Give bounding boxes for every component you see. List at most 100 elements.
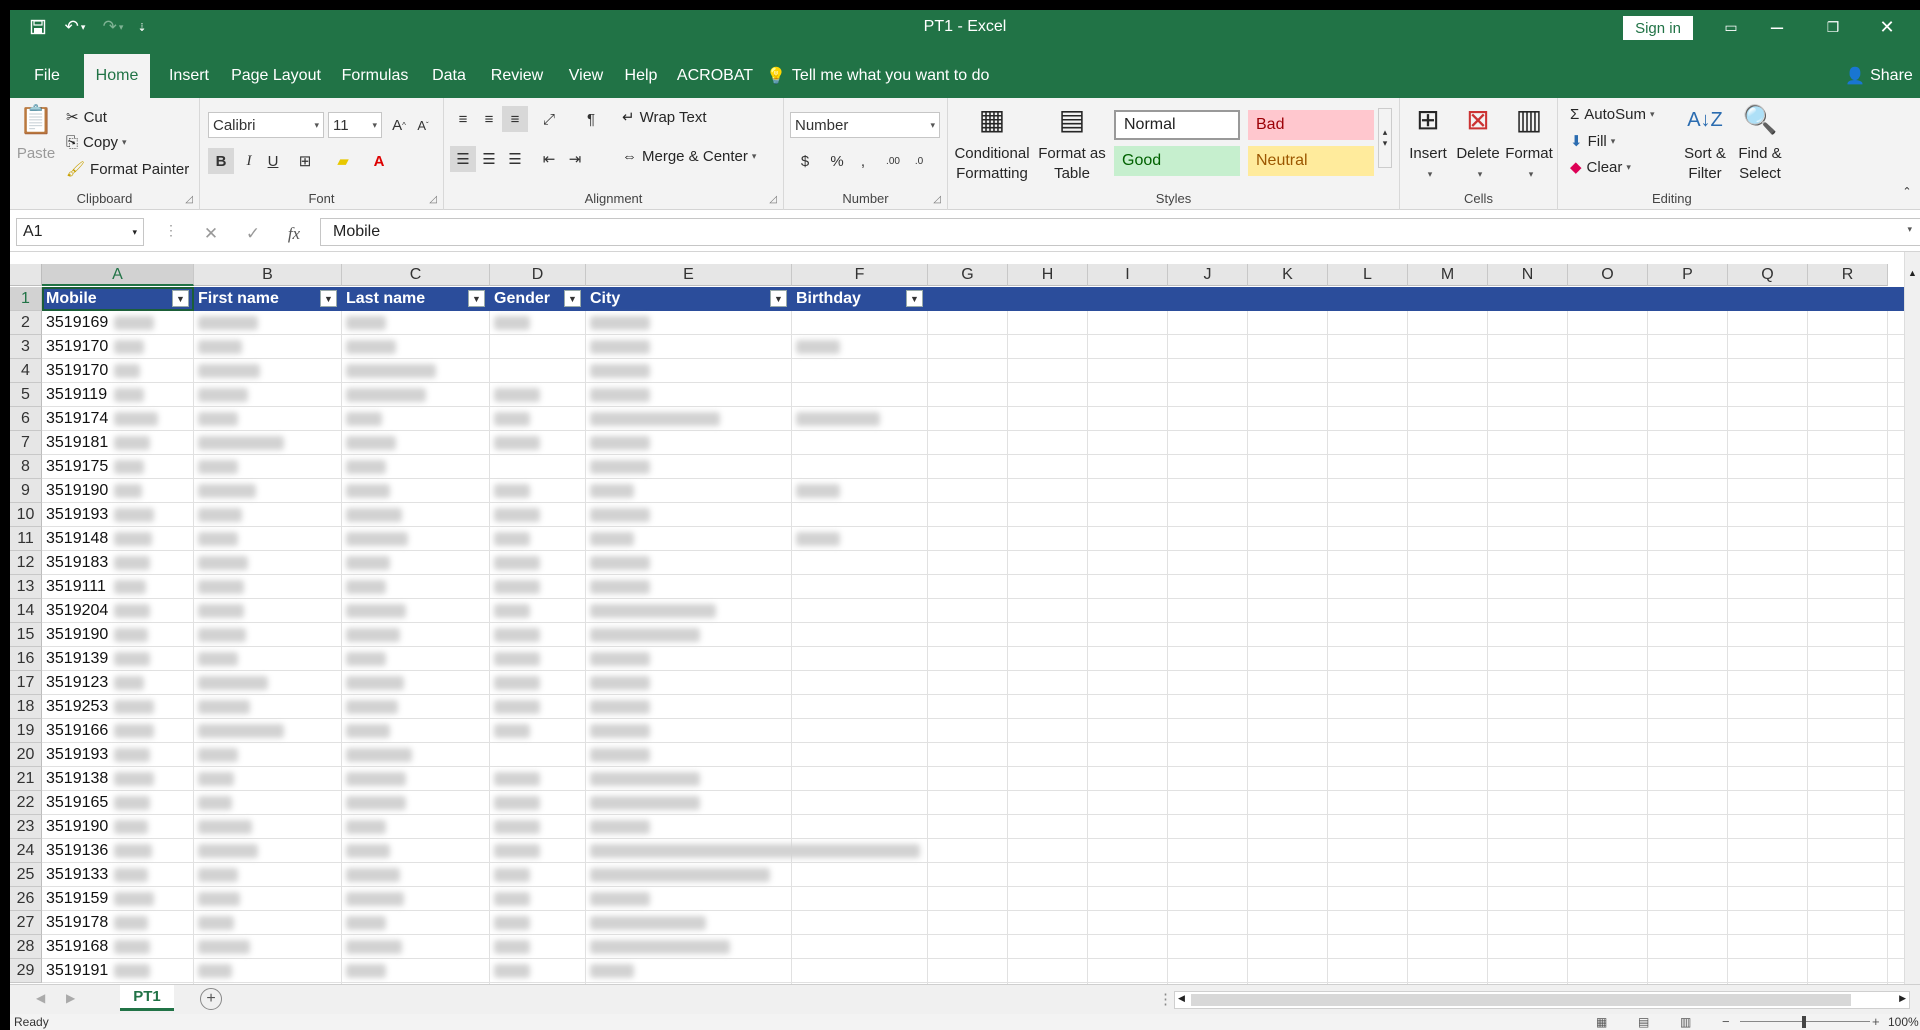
row-header[interactable]: 8 <box>10 455 42 479</box>
zoom-in-icon[interactable]: + <box>1872 1014 1880 1029</box>
decrease-indent-icon[interactable]: ⇤ <box>536 146 562 172</box>
redacted-cell[interactable] <box>494 940 530 954</box>
vertical-scrollbar[interactable]: ▲ <box>1904 252 1920 984</box>
tab-view[interactable]: View <box>560 54 612 98</box>
redacted-cell[interactable] <box>494 796 540 810</box>
tab-home[interactable]: Home <box>84 54 150 98</box>
redacted-cell[interactable] <box>494 388 540 402</box>
redacted-cell[interactable] <box>114 820 148 834</box>
tab-acrobat[interactable]: ACROBAT <box>672 54 758 98</box>
tab-review[interactable]: Review <box>482 54 552 98</box>
tab-formulas[interactable]: Formulas <box>334 54 416 98</box>
redacted-cell[interactable] <box>198 916 234 930</box>
redacted-cell[interactable] <box>198 316 258 330</box>
restore-button[interactable]: ❐ <box>1816 14 1850 40</box>
scroll-up-icon[interactable]: ▲ <box>1908 268 1917 278</box>
cell-mobile[interactable]: 3519139 <box>46 647 108 671</box>
zoom-thumb[interactable] <box>1802 1016 1806 1028</box>
scroll-thumb[interactable] <box>1191 994 1851 1006</box>
table-header-mobile[interactable]: Mobile <box>42 287 174 311</box>
align-center-icon[interactable]: ☰ <box>476 146 502 172</box>
redacted-cell[interactable] <box>590 868 770 882</box>
redacted-cell[interactable] <box>114 556 150 570</box>
redacted-cell[interactable] <box>114 628 148 642</box>
redacted-cell[interactable] <box>796 484 840 498</box>
expand-formula-icon[interactable]: ▾ <box>1907 224 1912 235</box>
cell-mobile[interactable]: 3519119 <box>46 383 107 407</box>
fill-color-icon[interactable]: ▰ <box>330 148 356 174</box>
redacted-cell[interactable] <box>114 604 150 618</box>
scroll-right-icon[interactable]: ▶ <box>1899 993 1906 1004</box>
redacted-cell[interactable] <box>114 700 154 714</box>
row-header[interactable]: 15 <box>10 623 42 647</box>
redacted-cell[interactable] <box>346 556 390 570</box>
redacted-cell[interactable] <box>198 724 284 738</box>
redacted-cell[interactable] <box>494 868 530 882</box>
share-button[interactable]: 👤 Share <box>1844 54 1914 98</box>
redacted-cell[interactable] <box>198 508 242 522</box>
redacted-cell[interactable] <box>114 316 154 330</box>
sort-filter-button[interactable]: A↓Z Sort & Filter <box>1680 100 1730 184</box>
comma-icon[interactable]: , <box>850 148 876 174</box>
cell-mobile[interactable]: 3519178 <box>46 911 108 935</box>
redacted-cell[interactable] <box>590 436 650 450</box>
cell-mobile[interactable]: 3519174 <box>46 407 108 431</box>
fill-button[interactable]: ⬇ Fill ▾ <box>1570 132 1615 151</box>
redacted-cell[interactable] <box>198 844 258 858</box>
filter-dropdown-icon[interactable]: ▼ <box>906 290 923 307</box>
collapse-ribbon-icon[interactable]: ⌃ <box>1894 178 1920 204</box>
redacted-cell[interactable] <box>796 340 840 354</box>
redacted-cell[interactable] <box>494 484 530 498</box>
row-header[interactable]: 3 <box>10 335 42 359</box>
redacted-cell[interactable] <box>590 700 650 714</box>
redacted-cell[interactable] <box>346 748 412 762</box>
redacted-cell[interactable] <box>796 532 840 546</box>
column-header-j[interactable]: J <box>1168 264 1248 286</box>
insert-function-icon[interactable]: fx <box>288 224 300 244</box>
column-header-h[interactable]: H <box>1008 264 1088 286</box>
row-header[interactable]: 14 <box>10 599 42 623</box>
redacted-cell[interactable] <box>198 484 256 498</box>
column-header-d[interactable]: D <box>490 264 586 286</box>
redacted-cell[interactable] <box>494 628 540 642</box>
redacted-cell[interactable] <box>590 820 650 834</box>
redacted-cell[interactable] <box>590 532 634 546</box>
redacted-cell[interactable] <box>114 532 152 546</box>
column-header-f[interactable]: F <box>792 264 928 286</box>
redacted-cell[interactable] <box>494 580 540 594</box>
row-header[interactable]: 18 <box>10 695 42 719</box>
filter-dropdown-icon[interactable]: ▼ <box>770 290 787 307</box>
redacted-cell[interactable] <box>114 364 140 378</box>
row-header[interactable]: 16 <box>10 647 42 671</box>
find-select-button[interactable]: 🔍 Find & Select <box>1734 100 1786 184</box>
redacted-cell[interactable] <box>590 412 720 426</box>
cell-mobile[interactable]: 3519111 <box>46 575 106 599</box>
number-launcher-icon[interactable]: ◿ <box>933 194 941 205</box>
redacted-cell[interactable] <box>198 652 238 666</box>
redacted-cell[interactable] <box>198 460 238 474</box>
clipboard-launcher-icon[interactable]: ◿ <box>185 194 193 205</box>
redacted-cell[interactable] <box>494 556 540 570</box>
tab-help[interactable]: Help <box>618 54 664 98</box>
tab-page-layout[interactable]: Page Layout <box>228 54 324 98</box>
redacted-cell[interactable] <box>114 676 144 690</box>
table-header-first-name[interactable]: First name <box>194 287 322 311</box>
redacted-cell[interactable] <box>494 532 530 546</box>
align-bottom-icon[interactable]: ≡ <box>502 106 528 132</box>
increase-indent-icon[interactable]: ⇥ <box>562 146 588 172</box>
column-header-r[interactable]: R <box>1808 264 1888 286</box>
decrease-decimal-icon[interactable]: .0 <box>906 148 932 174</box>
cut-button[interactable]: ✂ Cut <box>66 108 107 127</box>
redacted-cell[interactable] <box>346 316 386 330</box>
redacted-cell[interactable] <box>590 460 650 474</box>
cell-mobile[interactable]: 3519204 <box>46 599 108 623</box>
redacted-cell[interactable] <box>346 772 406 786</box>
redacted-cell[interactable] <box>198 412 238 426</box>
redacted-cell[interactable] <box>494 844 540 858</box>
currency-icon[interactable]: $ <box>792 148 818 174</box>
redacted-cell[interactable] <box>494 892 530 906</box>
ribbon-display-icon[interactable]: ▭ <box>1714 14 1748 40</box>
autosum-button[interactable]: Σ AutoSum ▾ <box>1570 106 1655 123</box>
increase-font-icon[interactable]: A ^ <box>386 112 412 138</box>
redacted-cell[interactable] <box>198 892 240 906</box>
